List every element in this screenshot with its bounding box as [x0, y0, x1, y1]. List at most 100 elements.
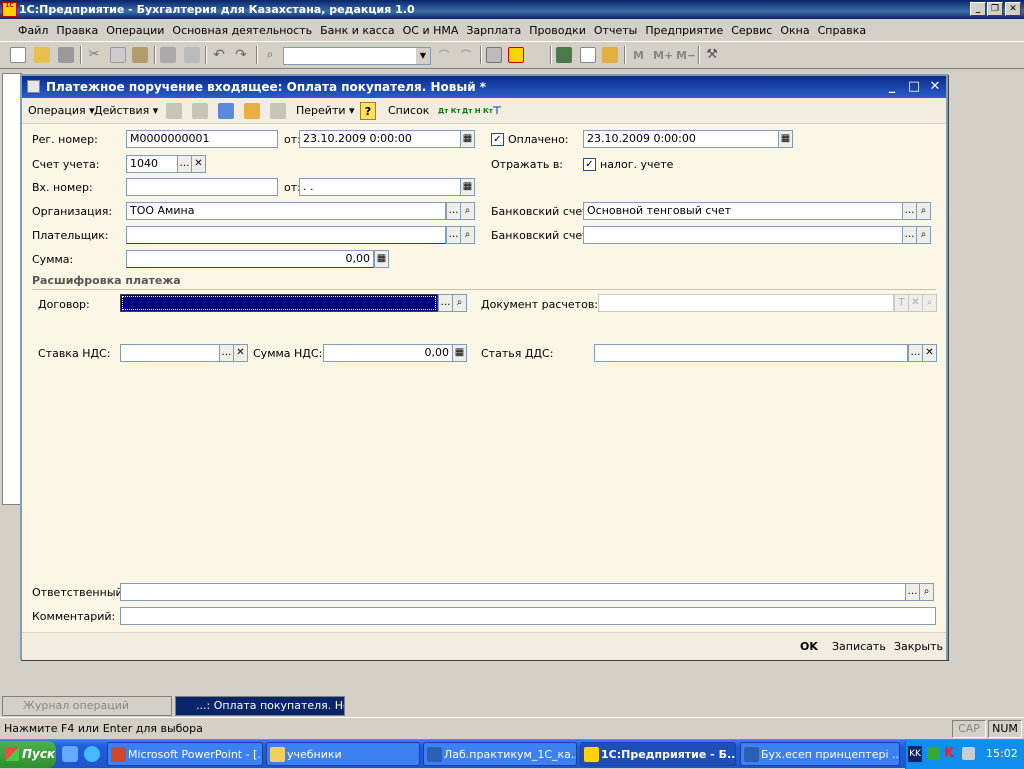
- menu-file[interactable]: Файл: [14, 24, 52, 37]
- incoming-date-input[interactable]: . .: [299, 178, 461, 196]
- find-next-icon[interactable]: ⌒: [436, 47, 452, 63]
- ok-button[interactable]: OK: [800, 639, 818, 655]
- tab-payment[interactable]: ...: Оплата покупателя. Нов...: [175, 696, 345, 716]
- type-button[interactable]: T: [894, 294, 909, 312]
- structure-icon[interactable]: ⊤: [492, 102, 502, 120]
- dialog-minimize-button[interactable]: _: [884, 79, 900, 95]
- responsible-open-button[interactable]: ⌕: [919, 583, 934, 601]
- calculator-button[interactable]: ▦: [374, 250, 389, 268]
- payer-bank-select-button[interactable]: …: [902, 226, 917, 244]
- payer-open-button[interactable]: ⌕: [460, 226, 475, 244]
- dds-clear-button[interactable]: ✕: [922, 344, 937, 362]
- payer-input[interactable]: [126, 226, 446, 244]
- dt-kt-n-icon[interactable]: Дт Н Кт: [462, 102, 493, 120]
- delete-icon[interactable]: [270, 103, 286, 119]
- print-icon[interactable]: [160, 47, 176, 63]
- dds-item-input[interactable]: [594, 344, 908, 362]
- m-minus-icon[interactable]: M−: [676, 49, 696, 62]
- contract-select-button[interactable]: …: [438, 294, 453, 312]
- menu-windows[interactable]: Окна: [776, 24, 813, 37]
- tax-accounting-checkbox[interactable]: ✓: [583, 158, 596, 171]
- paid-checkbox[interactable]: ✓: [491, 133, 504, 146]
- close-dialog-button[interactable]: Закрыть: [894, 639, 943, 655]
- task-word-lab[interactable]: Лаб.практикум_1С_ка...: [423, 742, 577, 766]
- start-button[interactable]: Пуск: [0, 741, 56, 768]
- menu-service[interactable]: Сервис: [727, 24, 776, 37]
- incoming-calendar-button[interactable]: ▦: [460, 178, 475, 196]
- menu-edit[interactable]: Правка: [52, 24, 102, 37]
- bank-account-input[interactable]: Основной тенговый счет: [583, 202, 903, 220]
- window-icon[interactable]: [486, 47, 502, 63]
- ie-icon[interactable]: [84, 746, 100, 762]
- tray-app-icon[interactable]: [927, 747, 940, 760]
- task-word-accounting[interactable]: Бух.есеп принцептері ...: [740, 742, 900, 766]
- restore-button[interactable]: ❐: [987, 2, 1003, 16]
- reg-date-input[interactable]: 23.10.2009 0:00:00: [299, 130, 461, 148]
- copy-doc-icon[interactable]: [244, 103, 260, 119]
- vat-rate-input[interactable]: [120, 344, 220, 362]
- payer-bank-open-button[interactable]: ⌕: [916, 226, 931, 244]
- chevron-down-icon[interactable]: ▼: [416, 48, 430, 64]
- menu-salary[interactable]: Зарплата: [462, 24, 525, 37]
- responsible-select-button[interactable]: …: [905, 583, 920, 601]
- operation-menu-button[interactable]: Операция ▾: [28, 102, 95, 120]
- payer-select-button[interactable]: …: [446, 226, 461, 244]
- menu-reports[interactable]: Отчеты: [590, 24, 641, 37]
- undo-icon[interactable]: ↶: [211, 47, 227, 63]
- save-icon[interactable]: [58, 47, 74, 63]
- contract-open-button[interactable]: ⌕: [452, 294, 467, 312]
- dt-kt-icon[interactable]: Дт Кт: [438, 102, 461, 120]
- paste-icon[interactable]: [132, 47, 148, 63]
- help-icon[interactable]: ?: [360, 102, 376, 120]
- responsible-input[interactable]: [120, 583, 906, 601]
- write-button[interactable]: Записать: [832, 639, 886, 655]
- refresh-icon[interactable]: [218, 103, 234, 119]
- calendar-button[interactable]: ▦: [460, 130, 475, 148]
- dialog-maximize-button[interactable]: □: [906, 79, 922, 95]
- menu-enterprise[interactable]: Предприятие: [641, 24, 727, 37]
- user-icon[interactable]: [602, 47, 618, 63]
- settlement-doc-clear-button[interactable]: ✕: [908, 294, 923, 312]
- preview-icon[interactable]: [184, 47, 200, 63]
- goto-menu-button[interactable]: Перейти ▾: [296, 102, 355, 120]
- settlement-doc-input[interactable]: [598, 294, 894, 312]
- organization-open-button[interactable]: ⌕: [460, 202, 475, 220]
- comment-input[interactable]: [120, 607, 936, 625]
- new-icon[interactable]: [10, 47, 26, 63]
- list-button[interactable]: Список: [388, 102, 429, 120]
- incoming-number-input[interactable]: [126, 178, 278, 196]
- vat-calculator-button[interactable]: ▦: [452, 344, 467, 362]
- 1c-help-icon[interactable]: [508, 47, 524, 63]
- find-prev-icon[interactable]: ⌒: [458, 47, 474, 63]
- calculator-icon[interactable]: [556, 47, 572, 63]
- vat-rate-clear-button[interactable]: ✕: [233, 344, 248, 362]
- account-clear-button[interactable]: ✕: [191, 155, 206, 173]
- cut-icon[interactable]: ✂: [86, 47, 102, 63]
- tools-icon[interactable]: ⚒: [704, 47, 720, 63]
- bank-account-select-button[interactable]: …: [902, 202, 917, 220]
- bank-account-open-button[interactable]: ⌕: [916, 202, 931, 220]
- search-combo[interactable]: ▼: [283, 47, 431, 65]
- account-input[interactable]: 1040: [126, 155, 178, 173]
- menu-main-activity[interactable]: Основная деятельность: [168, 24, 316, 37]
- menu-entries[interactable]: Проводки: [525, 24, 590, 37]
- desktop-icon[interactable]: [62, 746, 78, 762]
- network-icon[interactable]: [962, 747, 975, 760]
- vat-rate-select-button[interactable]: …: [219, 344, 234, 362]
- organization-input[interactable]: ТОО Амина: [126, 202, 446, 220]
- open-icon[interactable]: [34, 47, 50, 63]
- tab-journal[interactable]: Журнал операций: [2, 696, 172, 716]
- actions-menu-button[interactable]: Действия ▾: [94, 102, 158, 120]
- antivirus-icon[interactable]: K: [944, 746, 957, 761]
- organization-select-button[interactable]: …: [446, 202, 461, 220]
- account-select-button[interactable]: …: [177, 155, 192, 173]
- vat-sum-input[interactable]: 0,00: [323, 344, 453, 362]
- m-plus-icon[interactable]: M+: [653, 49, 673, 62]
- close-button[interactable]: ✕: [1005, 2, 1021, 16]
- calendar-icon[interactable]: [580, 47, 596, 63]
- copy-icon[interactable]: [110, 47, 126, 63]
- payer-bank-account-input[interactable]: [583, 226, 903, 244]
- reg-number-input[interactable]: М0000000001: [126, 130, 278, 148]
- redo-icon[interactable]: ↷: [233, 47, 249, 63]
- find-icon[interactable]: ⌕: [262, 47, 278, 63]
